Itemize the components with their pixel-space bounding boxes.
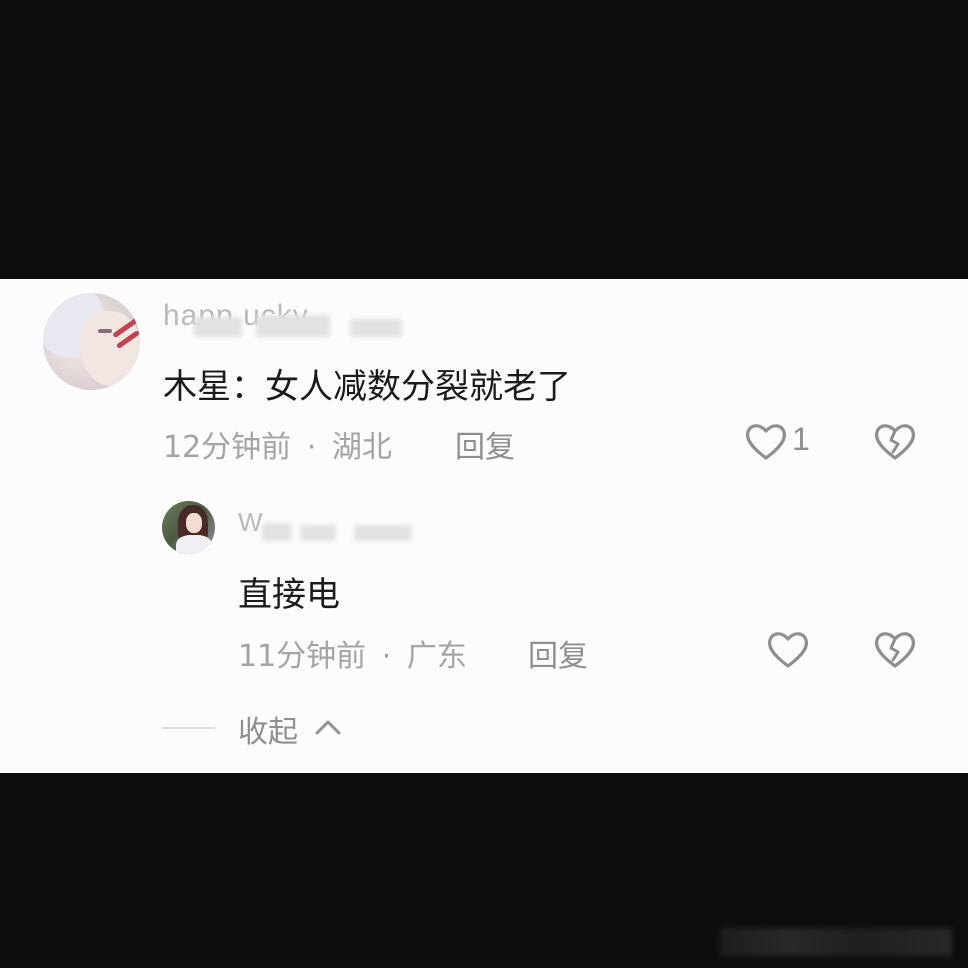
username-redaction	[350, 319, 402, 337]
replier-avatar[interactable]	[162, 501, 215, 554]
watermark	[720, 928, 952, 956]
comment-text: 木星：女人减数分裂就老了	[163, 367, 571, 407]
meta-separator: ·	[381, 639, 392, 674]
reply-location: 广东	[406, 639, 467, 674]
heart-outline-icon	[745, 424, 787, 460]
comment-meta: 12分钟前 · 湖北	[163, 422, 392, 466]
reply-time: 11分钟前	[238, 639, 367, 674]
username-redaction	[262, 523, 292, 541]
reply-to-reply-button[interactable]: 回复	[528, 631, 588, 675]
broken-heart-icon	[874, 424, 916, 460]
comment-location: 湖北	[331, 430, 392, 465]
reply-text: 直接电	[238, 575, 340, 615]
comment-time: 12分钟前	[163, 430, 292, 465]
reply-dislike-button[interactable]	[872, 627, 918, 673]
collapse-divider	[162, 727, 215, 729]
dislike-button[interactable]	[872, 419, 918, 465]
replier-username[interactable]: W	[238, 507, 264, 538]
username-redaction	[256, 315, 330, 337]
comment-panel: happ ucky 木星：女人减数分裂就老了 12分钟前 · 湖北 回复 1 W…	[0, 279, 968, 773]
like-count: 1	[792, 421, 810, 457]
commenter-avatar[interactable]	[43, 293, 140, 390]
meta-separator: ·	[306, 430, 317, 465]
username-redaction	[300, 525, 336, 541]
chevron-up-icon[interactable]	[312, 715, 344, 739]
screenshot-frame: happ ucky 木星：女人减数分裂就老了 12分钟前 · 湖北 回复 1 W…	[0, 0, 968, 968]
username-redaction	[194, 317, 242, 337]
broken-heart-icon	[874, 632, 916, 668]
like-button[interactable]	[743, 419, 789, 465]
username-redaction	[354, 525, 412, 541]
reply-like-button[interactable]	[765, 627, 811, 673]
heart-outline-icon	[767, 632, 809, 668]
reply-button[interactable]: 回复	[455, 422, 515, 466]
reply-meta: 11分钟前 · 广东	[238, 631, 467, 675]
collapse-button[interactable]: 收起	[238, 707, 298, 751]
